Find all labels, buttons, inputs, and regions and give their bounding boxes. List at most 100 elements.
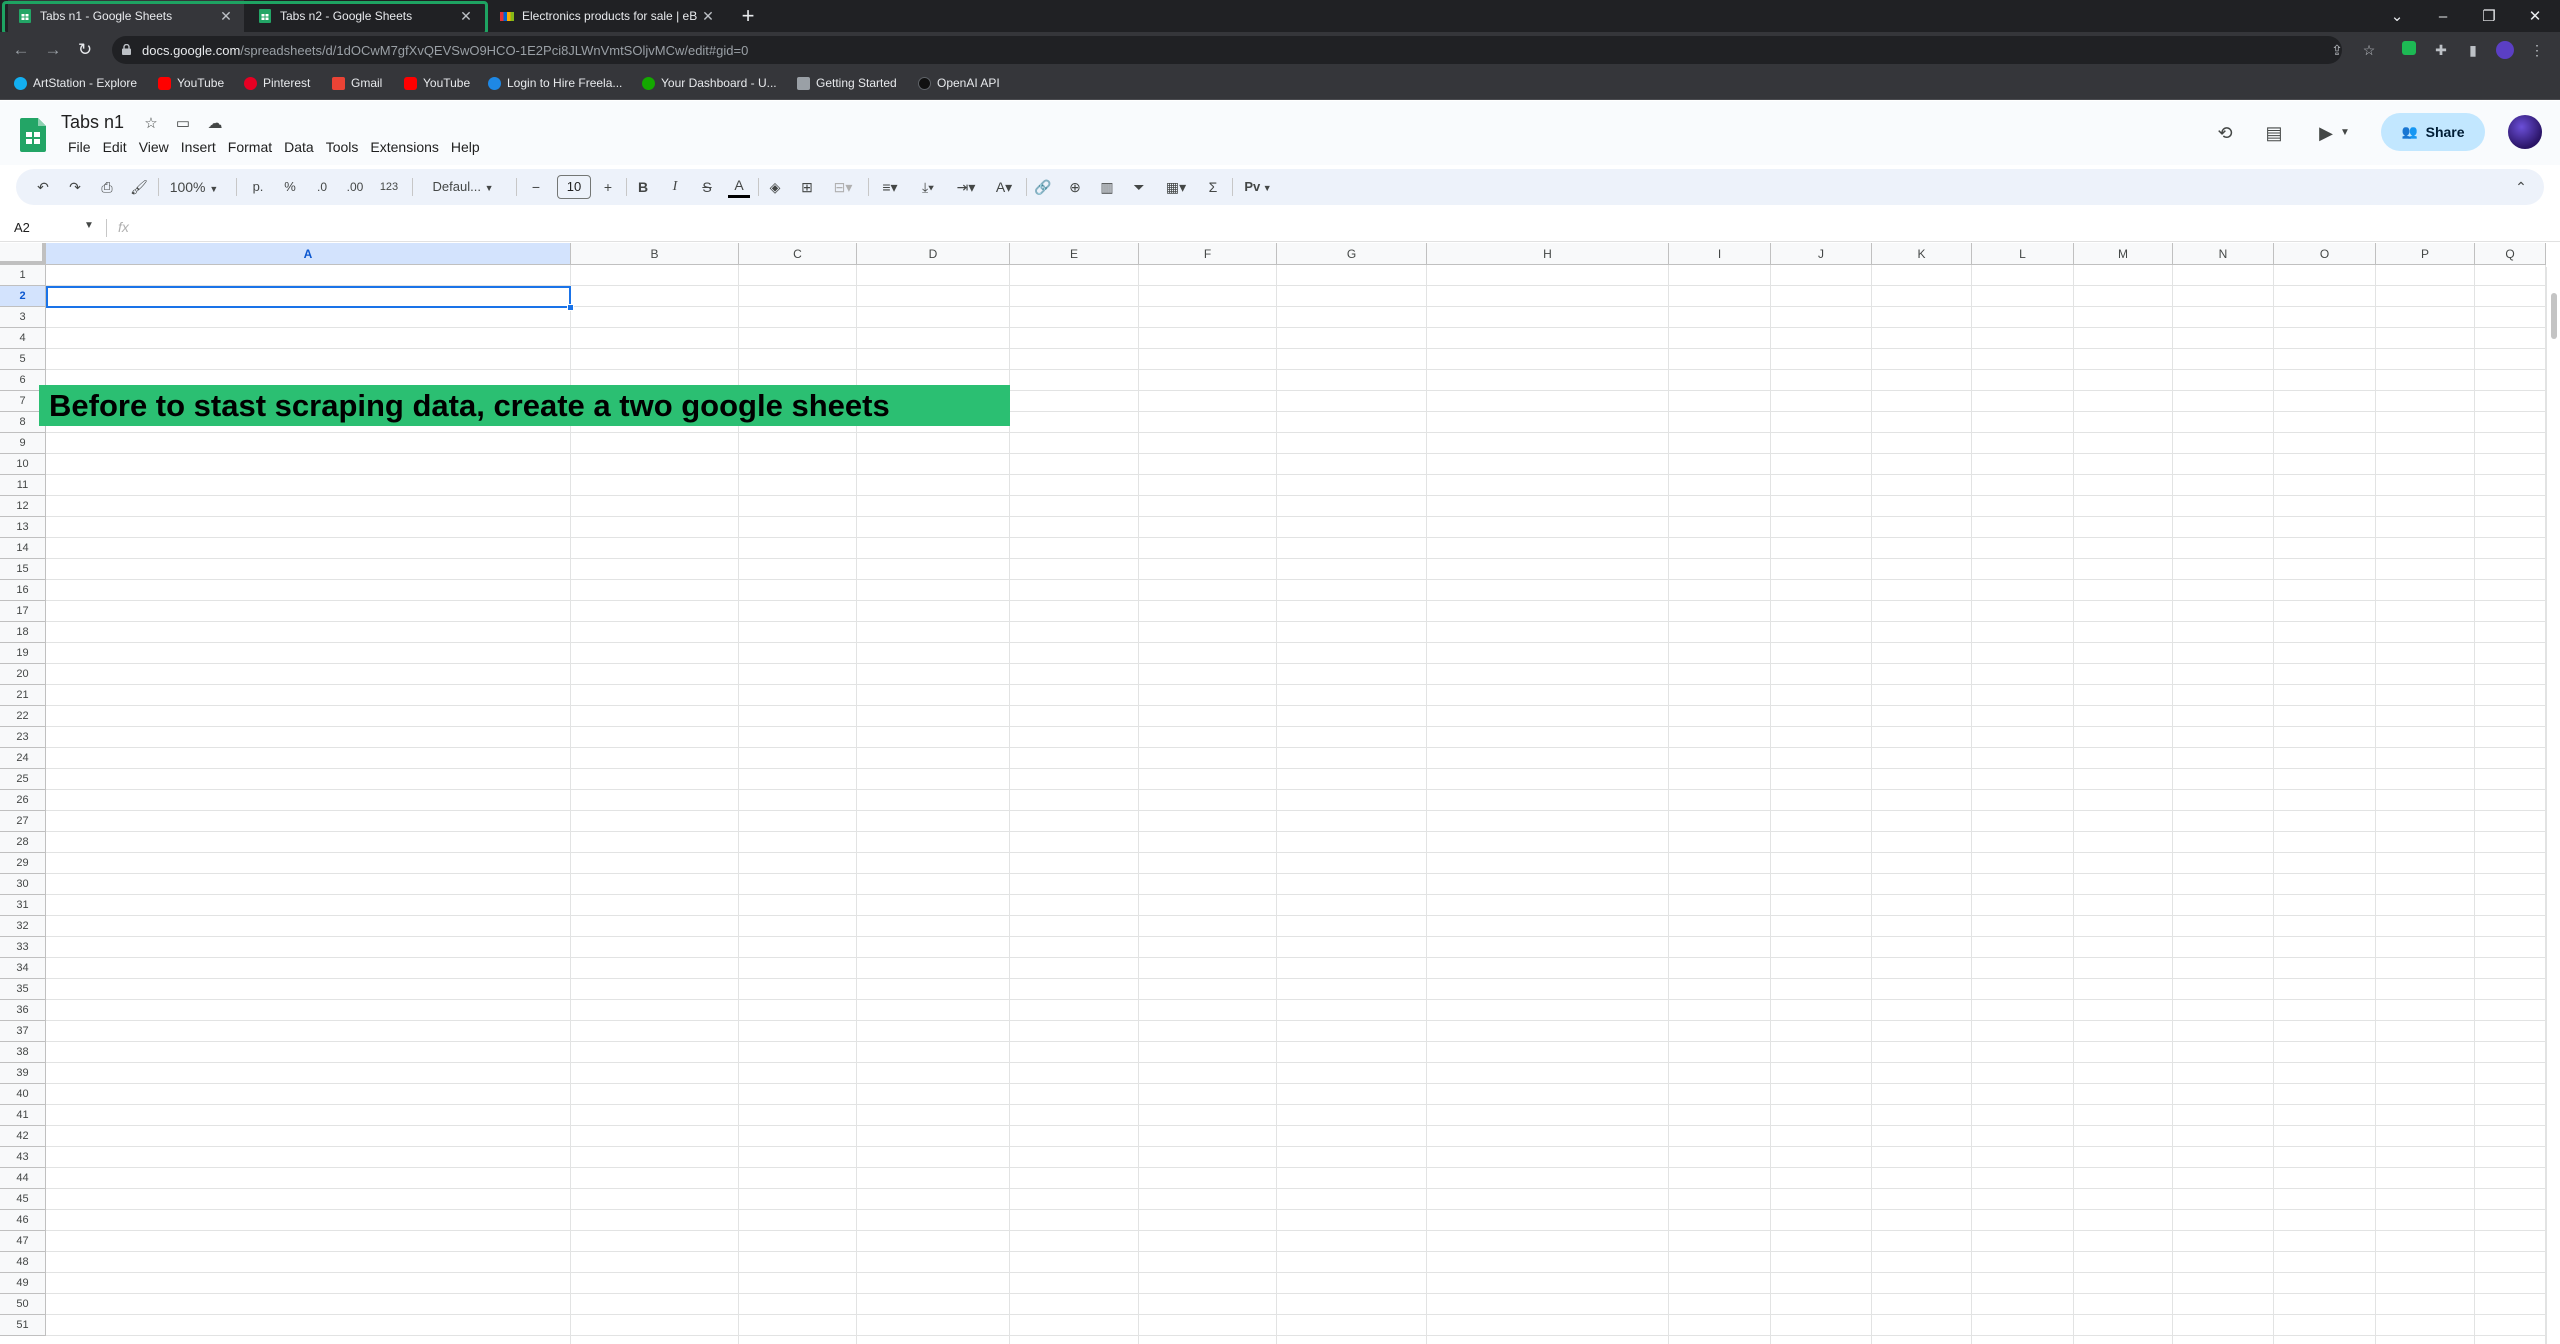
vertical-scrollbar[interactable] bbox=[2546, 267, 2560, 1344]
print-icon[interactable]: ⎙ bbox=[96, 176, 118, 198]
column-header-o[interactable]: O bbox=[2274, 243, 2376, 265]
menu-tools[interactable]: Tools bbox=[320, 139, 365, 155]
spreadsheet-grid[interactable]: ABCDEFGHIJKLMNOPQ 1 2 3 4 5 6 7 8 9 10 11 12 13 14 15 1… bbox=[0, 243, 2560, 1344]
document-title[interactable]: Tabs n1 bbox=[61, 112, 124, 133]
row-header-46[interactable]: 46 bbox=[0, 1210, 46, 1231]
bookmark-getting-started[interactable]: Getting Started bbox=[797, 76, 897, 90]
fill-color-icon[interactable]: ◈ bbox=[764, 176, 786, 198]
name-box[interactable]: A2 bbox=[14, 220, 30, 235]
row-header-18[interactable]: 18 bbox=[0, 622, 46, 643]
menu-view[interactable]: View bbox=[133, 139, 175, 155]
close-window-icon[interactable]: ✕ bbox=[2512, 0, 2558, 32]
row-header-5[interactable]: 5 bbox=[0, 349, 46, 370]
bookmark-youtube[interactable]: YouTube bbox=[158, 76, 224, 90]
row-header-10[interactable]: 10 bbox=[0, 454, 46, 475]
share-button[interactable]: 👥 Share bbox=[2381, 113, 2485, 151]
row-header-51[interactable]: 51 bbox=[0, 1315, 46, 1336]
row-header-15[interactable]: 15 bbox=[0, 559, 46, 580]
column-header-p[interactable]: P bbox=[2376, 243, 2475, 265]
bookmark-upwork[interactable]: Your Dashboard - U... bbox=[642, 76, 777, 90]
horizontal-align-icon[interactable]: ≡▾ bbox=[874, 176, 906, 198]
row-header-17[interactable]: 17 bbox=[0, 601, 46, 622]
row-header-45[interactable]: 45 bbox=[0, 1189, 46, 1210]
tab-search-chevron-icon[interactable]: ⌄ bbox=[2374, 0, 2420, 32]
row-header-1[interactable]: 1 bbox=[0, 265, 46, 286]
row-header-3[interactable]: 3 bbox=[0, 307, 46, 328]
row-header-12[interactable]: 12 bbox=[0, 496, 46, 517]
menu-edit[interactable]: Edit bbox=[97, 139, 133, 155]
google-sheets-logo-icon[interactable] bbox=[20, 118, 46, 152]
vertical-align-icon[interactable]: ⤓▾ bbox=[912, 176, 944, 198]
insert-comment-icon[interactable]: ⊕ bbox=[1064, 176, 1086, 198]
side-panel-icon[interactable]: ▮ bbox=[2464, 41, 2482, 59]
row-header-21[interactable]: 21 bbox=[0, 685, 46, 706]
row-header-24[interactable]: 24 bbox=[0, 748, 46, 769]
row-header-37[interactable]: 37 bbox=[0, 1021, 46, 1042]
forward-arrow-icon[interactable]: → bbox=[42, 39, 64, 61]
address-bar[interactable]: docs.google.com/spreadsheets/d/1dOCwM7gf… bbox=[112, 36, 2342, 64]
font-size-input[interactable]: 10 bbox=[557, 175, 591, 199]
increase-font-size-icon[interactable]: + bbox=[598, 176, 618, 198]
version-history-icon[interactable]: ⟲ bbox=[2213, 115, 2237, 151]
row-header-14[interactable]: 14 bbox=[0, 538, 46, 559]
row-header-19[interactable]: 19 bbox=[0, 643, 46, 664]
column-header-f[interactable]: F bbox=[1139, 243, 1277, 265]
row-header-48[interactable]: 48 bbox=[0, 1252, 46, 1273]
italic-button[interactable]: I bbox=[664, 176, 686, 198]
insert-chart-icon[interactable]: ▥ bbox=[1096, 176, 1118, 198]
decrease-font-size-icon[interactable]: − bbox=[526, 176, 546, 198]
row-header-9[interactable]: 9 bbox=[0, 433, 46, 454]
row-header-39[interactable]: 39 bbox=[0, 1063, 46, 1084]
bookmark-star-icon[interactable]: ☆ bbox=[2360, 41, 2378, 59]
column-header-h[interactable]: H bbox=[1427, 243, 1669, 265]
menu-data[interactable]: Data bbox=[278, 139, 320, 155]
comments-icon[interactable]: ▤ bbox=[2262, 115, 2286, 151]
back-arrow-icon[interactable]: ← bbox=[10, 39, 32, 61]
extensions-puzzle-icon[interactable]: ✚ bbox=[2432, 41, 2450, 59]
row-header-16[interactable]: 16 bbox=[0, 580, 46, 601]
browser-tab-sheets-2[interactable]: Tabs n2 - Google Sheets ✕ bbox=[248, 0, 484, 32]
decrease-decimal-button[interactable]: .0 bbox=[310, 176, 334, 198]
column-header-j[interactable]: J bbox=[1771, 243, 1872, 265]
row-header-35[interactable]: 35 bbox=[0, 979, 46, 1000]
close-tab-icon[interactable]: ✕ bbox=[218, 8, 234, 25]
share-page-icon[interactable]: ⇪ bbox=[2328, 41, 2346, 59]
row-header-27[interactable]: 27 bbox=[0, 811, 46, 832]
row-header-32[interactable]: 32 bbox=[0, 916, 46, 937]
bookmark-artstation[interactable]: ArtStation - Explore bbox=[14, 76, 137, 90]
close-tab-icon[interactable]: ✕ bbox=[700, 8, 716, 25]
row-header-36[interactable]: 36 bbox=[0, 1000, 46, 1021]
row-header-43[interactable]: 43 bbox=[0, 1147, 46, 1168]
row-header-41[interactable]: 41 bbox=[0, 1105, 46, 1126]
percent-format-button[interactable]: % bbox=[280, 176, 300, 198]
addon-plugin-button[interactable]: Pv ▼ bbox=[1238, 176, 1278, 198]
insert-link-icon[interactable]: 🔗 bbox=[1032, 176, 1054, 198]
bookmark-gmail[interactable]: Gmail bbox=[332, 76, 382, 90]
bookmark-freelancer[interactable]: Login to Hire Freela... bbox=[488, 76, 622, 90]
menu-extensions[interactable]: Extensions bbox=[364, 139, 444, 155]
bold-button[interactable]: B bbox=[632, 176, 654, 198]
name-box-dropdown-icon[interactable]: ▼ bbox=[84, 220, 94, 231]
minimize-icon[interactable]: – bbox=[2420, 0, 2466, 32]
row-header-25[interactable]: 25 bbox=[0, 769, 46, 790]
bookmark-youtube-2[interactable]: YouTube bbox=[404, 76, 470, 90]
row-header-44[interactable]: 44 bbox=[0, 1168, 46, 1189]
row-header-23[interactable]: 23 bbox=[0, 727, 46, 748]
chrome-menu-icon[interactable]: ⋮ bbox=[2528, 41, 2546, 59]
bookmark-pinterest[interactable]: Pinterest bbox=[244, 76, 310, 90]
merge-cells-icon[interactable]: ⊟▾ bbox=[828, 176, 858, 198]
select-all-corner[interactable] bbox=[0, 243, 46, 265]
cloud-status-icon[interactable]: ☁ bbox=[206, 115, 224, 133]
row-header-49[interactable]: 49 bbox=[0, 1273, 46, 1294]
bookmark-openai[interactable]: OpenAI API bbox=[918, 76, 1000, 90]
close-tab-icon[interactable]: ✕ bbox=[458, 8, 474, 25]
row-header-42[interactable]: 42 bbox=[0, 1126, 46, 1147]
zoom-select[interactable]: 100% ▼ bbox=[164, 176, 224, 198]
increase-decimal-button[interactable]: .00 bbox=[340, 176, 370, 198]
column-header-k[interactable]: K bbox=[1872, 243, 1972, 265]
strikethrough-button[interactable]: S bbox=[696, 176, 718, 198]
menu-file[interactable]: File bbox=[62, 139, 97, 155]
meet-camera-icon[interactable]: ▶ ▼ bbox=[2314, 115, 2352, 151]
menu-insert[interactable]: Insert bbox=[175, 139, 222, 155]
row-header-13[interactable]: 13 bbox=[0, 517, 46, 538]
